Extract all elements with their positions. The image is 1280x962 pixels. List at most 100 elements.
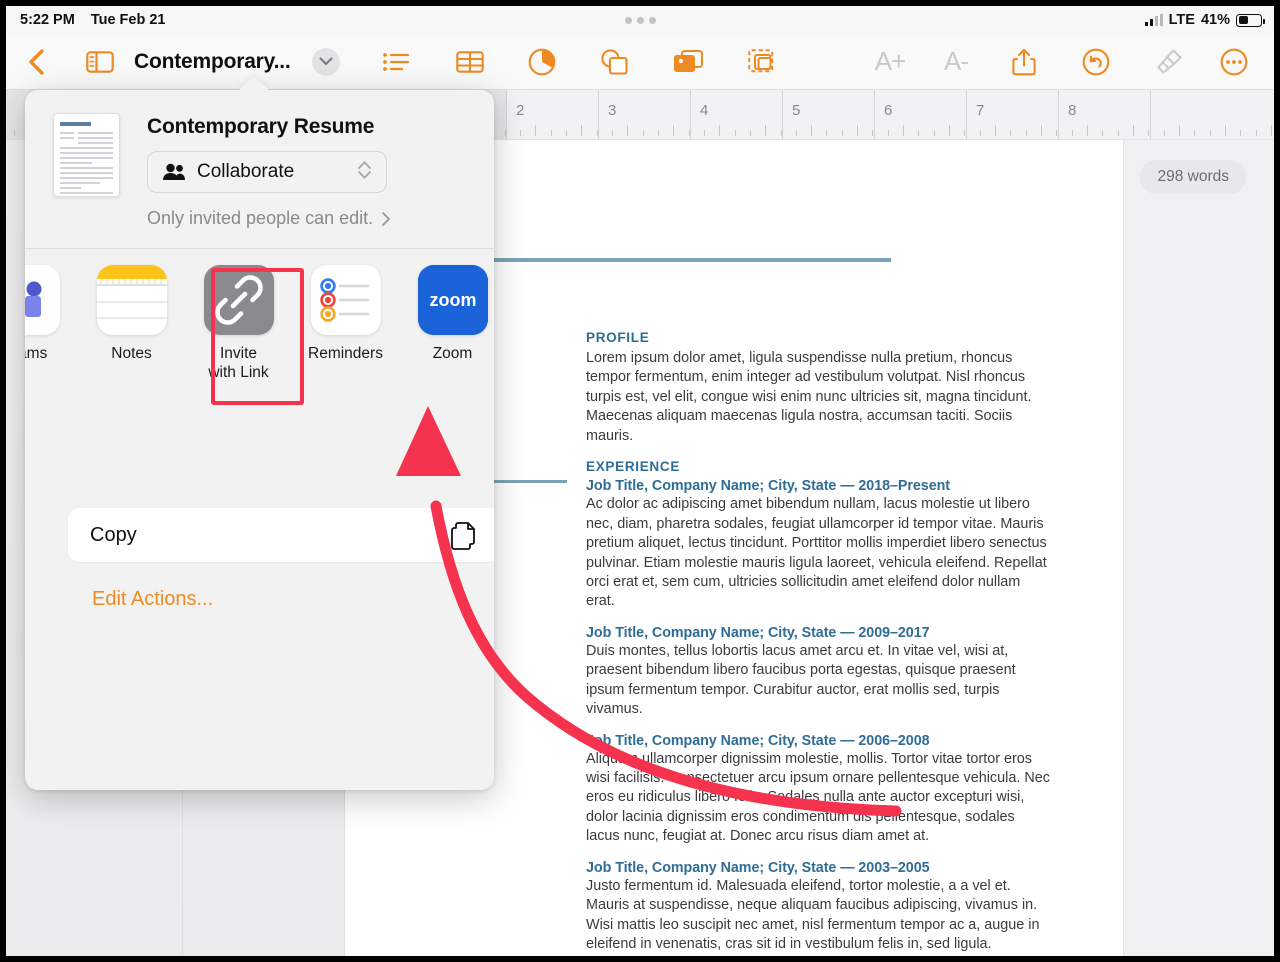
ruler-tick xyxy=(1210,130,1211,136)
increase-font-button[interactable]: A+ xyxy=(868,40,912,84)
pie-chart-icon xyxy=(528,48,556,75)
share-app-invite-with-link[interactable]: Invite with Link xyxy=(185,249,292,382)
apple-notes-icon xyxy=(96,265,167,335)
job-body: Justo fermentum id. Malesuada eleifend, … xyxy=(586,877,1040,953)
ruler-tick xyxy=(872,130,873,136)
sidebar-toggle-button[interactable] xyxy=(78,40,122,84)
multitask-dot xyxy=(624,16,632,24)
svg-text:zoom: zoom xyxy=(429,290,476,310)
ruler-tick xyxy=(735,130,736,136)
share-app-notes[interactable]: Notes xyxy=(78,249,185,364)
job-title: Job Title, Company Name; City, State — 2… xyxy=(586,624,930,641)
ruler-tick xyxy=(918,130,919,136)
updown-chevron-icon xyxy=(357,159,372,186)
ruler-tick xyxy=(1194,130,1195,136)
share-popover[interactable]: Contemporary Resume Collaborate Only inv… xyxy=(25,90,494,790)
share-app-label: Reminders xyxy=(308,345,383,362)
device-bezel-right xyxy=(1274,0,1280,962)
ruler-tick xyxy=(765,125,766,136)
ruler-tick xyxy=(719,125,720,136)
share-button[interactable] xyxy=(1002,40,1046,84)
table-button[interactable] xyxy=(448,40,492,84)
device-screen: 5:22 PM Tue Feb 21 LTE 41% Contemporary.… xyxy=(6,6,1274,956)
ruler-tick xyxy=(1041,125,1042,136)
ruler-tick xyxy=(581,125,582,136)
word-count-badge[interactable]: 298 words xyxy=(1140,160,1246,194)
resume-body: PROFILE Lorem ipsum dolor amet, ligula s… xyxy=(586,330,1051,956)
share-app-reminders[interactable]: Reminders xyxy=(292,249,399,364)
section-heading-profile: PROFILE xyxy=(586,330,650,345)
title-chevron-button[interactable] xyxy=(311,40,341,84)
device-bezel-bottom xyxy=(0,956,1280,962)
ruler-tick xyxy=(673,125,674,136)
status-bar: 5:22 PM Tue Feb 21 LTE 41% xyxy=(6,6,1274,34)
share-app-label-line2: with Link xyxy=(208,363,269,381)
ruler-tick xyxy=(1225,125,1226,136)
ruler-tick xyxy=(1133,125,1134,136)
popover-document-title: Contemporary Resume xyxy=(147,115,375,138)
sidebar-icon xyxy=(86,50,114,73)
copy-documents-icon xyxy=(448,520,480,557)
ruler-mark: 4 xyxy=(700,102,709,119)
ruler-tick xyxy=(1010,130,1011,136)
network-type-label: LTE xyxy=(1168,12,1195,28)
microsoft-teams-icon: T xyxy=(25,265,60,335)
table-icon xyxy=(456,50,484,73)
share-apps-row[interactable]: T Teams xyxy=(25,249,494,399)
ruler-tick xyxy=(842,130,843,136)
share-icon xyxy=(1012,48,1036,75)
job-title: Job Title, Company Name; City, State — 2… xyxy=(586,732,930,749)
multitask-dot xyxy=(648,16,656,24)
photos-icon xyxy=(674,49,703,72)
ruler-tick xyxy=(1026,130,1027,136)
ruler-tick xyxy=(1087,125,1088,136)
job-body: Duis montes, tellus lobortis lacus amet … xyxy=(586,642,1016,718)
undo-button[interactable] xyxy=(1074,40,1118,84)
shape-button[interactable] xyxy=(592,40,636,84)
share-app-label: Notes xyxy=(111,345,152,362)
device-bezel-top xyxy=(0,0,1280,6)
battery-percent-label: 41% xyxy=(1200,12,1230,28)
back-button[interactable] xyxy=(14,40,58,84)
permission-row[interactable]: Only invited people can edit. xyxy=(147,208,391,229)
job-body: Aliquam ullamcorper dignissim molestie, … xyxy=(586,750,1050,845)
multitask-indicator[interactable] xyxy=(6,16,1274,24)
ruler-tick xyxy=(689,130,690,136)
ruler-tick xyxy=(1256,130,1257,136)
ruler-tick xyxy=(612,130,613,136)
ruler-tick xyxy=(535,125,536,136)
share-app-teams[interactable]: T Teams xyxy=(25,249,78,364)
media-button[interactable] xyxy=(666,40,710,84)
collaborate-dropdown[interactable]: Collaborate xyxy=(147,151,387,193)
document-thumbnail xyxy=(53,113,120,197)
ruler-mark: 8 xyxy=(1068,102,1077,119)
ipad-screenshot: 5:22 PM Tue Feb 21 LTE 41% Contemporary.… xyxy=(0,0,1280,962)
ruler-tick xyxy=(643,130,644,136)
shapes-icon xyxy=(601,48,628,75)
chevron-left-icon xyxy=(29,48,44,75)
edit-actions-button[interactable]: Edit Actions... xyxy=(92,588,213,611)
ruler-tick xyxy=(658,130,659,136)
job-title: Job Title, Company Name; City, State — 2… xyxy=(586,478,950,495)
copy-action-row[interactable]: Copy xyxy=(68,508,494,562)
format-button[interactable] xyxy=(1146,40,1190,84)
list-button[interactable] xyxy=(374,40,418,84)
share-app-label: Teams xyxy=(25,345,48,362)
decrease-font-button[interactable]: A- xyxy=(934,40,978,84)
share-app-label: Invite with Link xyxy=(208,345,268,382)
drawing-button[interactable] xyxy=(740,40,784,84)
ruler-tick xyxy=(949,125,950,136)
chart-button[interactable] xyxy=(520,40,564,84)
ruler-mark: 2 xyxy=(516,102,525,119)
duplicate-frames-icon xyxy=(748,48,774,72)
bulleted-list-icon xyxy=(383,52,410,71)
ruler-tick xyxy=(1271,125,1272,136)
ruler-mark: 5 xyxy=(792,102,801,119)
share-app-zoom[interactable]: zoom Zoom xyxy=(399,249,494,364)
ruler-tick xyxy=(903,125,904,136)
section-heading-experience: EXPERIENCE xyxy=(586,459,681,475)
chevron-down-icon xyxy=(319,57,333,66)
ruler-tick xyxy=(888,130,889,136)
ruler-tick xyxy=(857,125,858,136)
more-button[interactable] xyxy=(1212,40,1256,84)
